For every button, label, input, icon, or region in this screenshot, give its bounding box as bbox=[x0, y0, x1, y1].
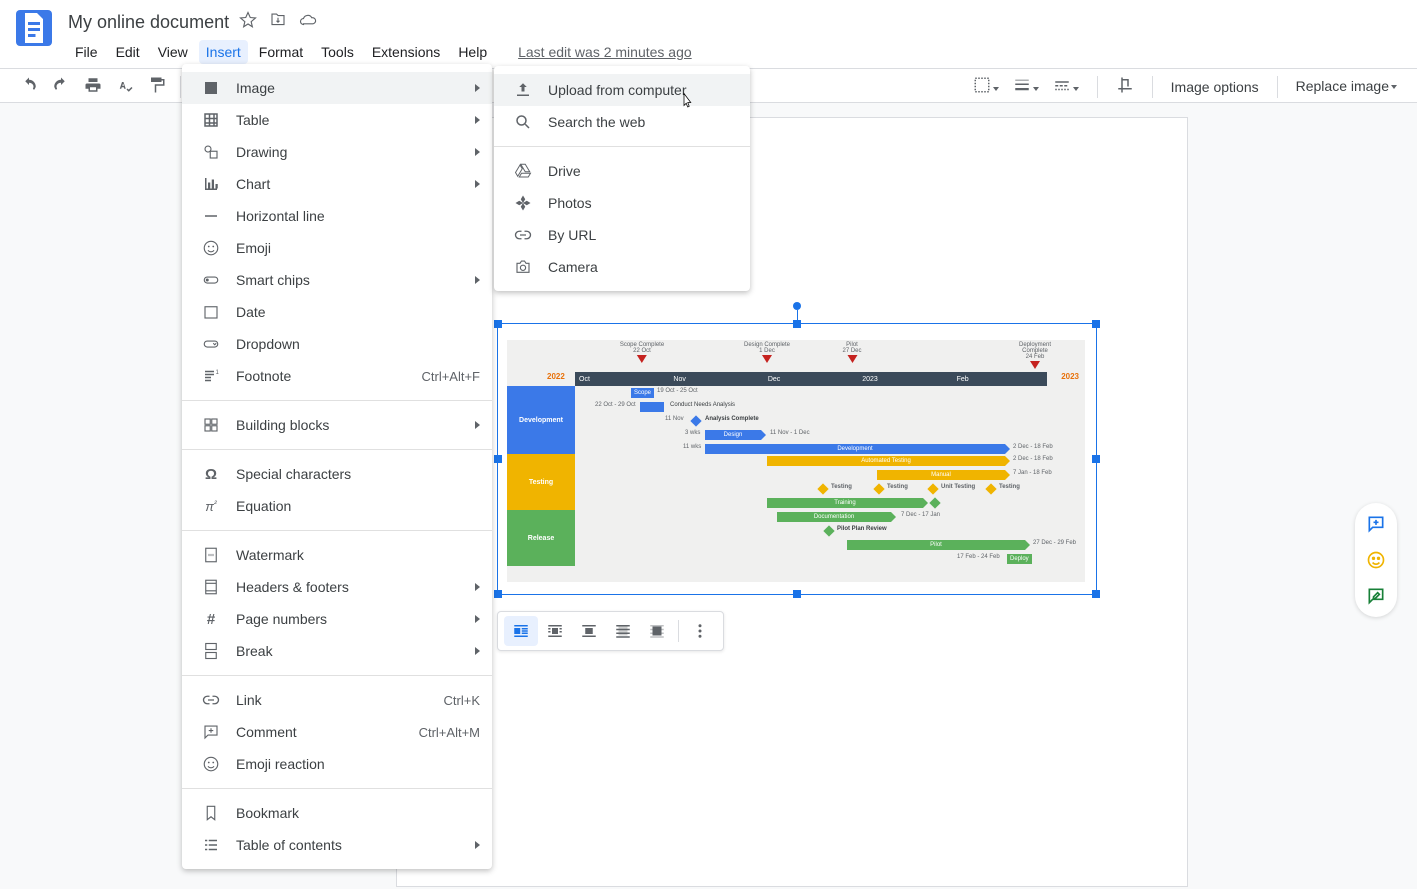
behind-text-button[interactable] bbox=[606, 616, 640, 646]
toolbar-separator bbox=[180, 76, 181, 98]
menu-insert[interactable]: Insert bbox=[199, 40, 248, 64]
section-testing: Testing bbox=[507, 454, 575, 510]
insert-dropdown-row[interactable]: Dropdown bbox=[182, 328, 492, 360]
wrap-text-button[interactable] bbox=[538, 616, 572, 646]
docs-app-icon[interactable] bbox=[16, 10, 52, 46]
resize-handle[interactable] bbox=[1092, 320, 1100, 328]
insert-link-row[interactable]: LinkCtrl+K bbox=[182, 684, 492, 716]
replace-image-button[interactable]: Replace image bbox=[1296, 78, 1397, 96]
insert-chart-row[interactable]: Chart bbox=[182, 168, 492, 200]
year-label: 2023 bbox=[1061, 372, 1079, 381]
insert-toc-row[interactable]: Table of contents bbox=[182, 829, 492, 861]
menu-tools[interactable]: Tools bbox=[314, 40, 361, 64]
insert-emoji-row[interactable]: Emoji bbox=[182, 232, 492, 264]
insert-image-row[interactable]: Image bbox=[182, 72, 492, 104]
resize-handle[interactable] bbox=[494, 455, 502, 463]
document-title[interactable]: My online document bbox=[68, 12, 229, 33]
insert-date-row[interactable]: Date bbox=[182, 296, 492, 328]
toolbar-separator bbox=[1097, 76, 1098, 98]
svg-text:1: 1 bbox=[216, 370, 220, 376]
insert-comment-row[interactable]: CommentCtrl+Alt+M bbox=[182, 716, 492, 748]
rotate-handle[interactable] bbox=[793, 302, 801, 310]
resize-handle[interactable] bbox=[1092, 590, 1100, 598]
insert-headers-footers-row[interactable]: Headers & footers bbox=[182, 571, 492, 603]
menu-view[interactable]: View bbox=[151, 40, 195, 64]
section-release: Release bbox=[507, 510, 575, 566]
insert-emoji-reaction-row[interactable]: Emoji reaction bbox=[182, 748, 492, 780]
insert-building-blocks-row[interactable]: Building blocks bbox=[182, 409, 492, 441]
spellcheck-button[interactable] bbox=[116, 76, 134, 99]
wrap-inline-button[interactable] bbox=[504, 616, 538, 646]
toolbar-separator bbox=[1277, 76, 1278, 98]
more-options-button[interactable] bbox=[683, 616, 717, 646]
border-weight-button[interactable] bbox=[1013, 76, 1039, 99]
upload-from-computer-row[interactable]: Upload from computer bbox=[494, 74, 750, 106]
paint-format-button[interactable] bbox=[148, 76, 166, 99]
resize-handle[interactable] bbox=[1092, 455, 1100, 463]
image-options-button[interactable]: Image options bbox=[1171, 79, 1259, 95]
insert-special-chars-row[interactable]: ΩSpecial characters bbox=[182, 458, 492, 490]
add-comment-button[interactable] bbox=[1359, 507, 1393, 541]
resize-handle[interactable] bbox=[793, 320, 801, 328]
add-emoji-reaction-button[interactable] bbox=[1359, 543, 1393, 577]
insert-hline-row[interactable]: Horizontal line bbox=[182, 200, 492, 232]
insert-bookmark-row[interactable]: Bookmark bbox=[182, 797, 492, 829]
insert-smartchips-row[interactable]: Smart chips bbox=[182, 264, 492, 296]
menu-help[interactable]: Help bbox=[451, 40, 494, 64]
redo-button[interactable] bbox=[52, 76, 70, 99]
image-floating-toolbar bbox=[497, 611, 724, 651]
menu-extensions[interactable]: Extensions bbox=[365, 40, 447, 64]
insert-dropdown: Image Table Drawing Chart Horizontal lin… bbox=[182, 64, 492, 869]
border-button[interactable] bbox=[973, 76, 999, 99]
insert-table-row[interactable]: Table bbox=[182, 104, 492, 136]
drive-row[interactable]: Drive bbox=[494, 155, 750, 187]
cloud-icon[interactable] bbox=[299, 11, 317, 34]
border-dash-button[interactable] bbox=[1053, 76, 1079, 99]
month-axis: OctNovDec2023Feb bbox=[575, 372, 1047, 386]
last-edit-link[interactable]: Last edit was 2 minutes ago bbox=[518, 44, 692, 60]
photos-row[interactable]: Photos bbox=[494, 187, 750, 219]
year-label: 2022 bbox=[547, 372, 565, 381]
resize-handle[interactable] bbox=[494, 590, 502, 598]
insert-drawing-row[interactable]: Drawing bbox=[182, 136, 492, 168]
section-development: Development bbox=[507, 386, 575, 454]
toolbar-separator bbox=[1152, 76, 1153, 98]
insert-page-numbers-row[interactable]: #Page numbers bbox=[182, 603, 492, 635]
suggest-edits-button[interactable] bbox=[1359, 579, 1393, 613]
gantt-chart-image: 2022 2023 OctNovDec2023Feb Scope Complet… bbox=[507, 340, 1085, 582]
menubar: File Edit View Insert Format Tools Exten… bbox=[68, 40, 1401, 64]
camera-row[interactable]: Camera bbox=[494, 251, 750, 283]
right-quick-actions bbox=[1355, 503, 1397, 617]
search-the-web-row[interactable]: Search the web bbox=[494, 106, 750, 138]
menu-file[interactable]: File bbox=[68, 40, 105, 64]
insert-footnote-row[interactable]: 1FootnoteCtrl+Alt+F bbox=[182, 360, 492, 392]
in-front-text-button[interactable] bbox=[640, 616, 674, 646]
by-url-row[interactable]: By URL bbox=[494, 219, 750, 251]
menu-edit[interactable]: Edit bbox=[109, 40, 147, 64]
undo-button[interactable] bbox=[20, 76, 38, 99]
print-button[interactable] bbox=[84, 76, 102, 99]
menu-format[interactable]: Format bbox=[252, 40, 310, 64]
resize-handle[interactable] bbox=[494, 320, 502, 328]
star-icon[interactable] bbox=[239, 11, 257, 34]
crop-button[interactable] bbox=[1116, 76, 1134, 99]
insert-watermark-row[interactable]: Watermark bbox=[182, 539, 492, 571]
break-text-button[interactable] bbox=[572, 616, 606, 646]
move-icon[interactable] bbox=[269, 11, 287, 34]
insert-equation-row[interactable]: π²Equation bbox=[182, 490, 492, 522]
image-submenu: Upload from computer Search the web Driv… bbox=[494, 66, 750, 291]
resize-handle[interactable] bbox=[793, 590, 801, 598]
cursor-icon bbox=[678, 92, 696, 115]
insert-break-row[interactable]: Break bbox=[182, 635, 492, 667]
